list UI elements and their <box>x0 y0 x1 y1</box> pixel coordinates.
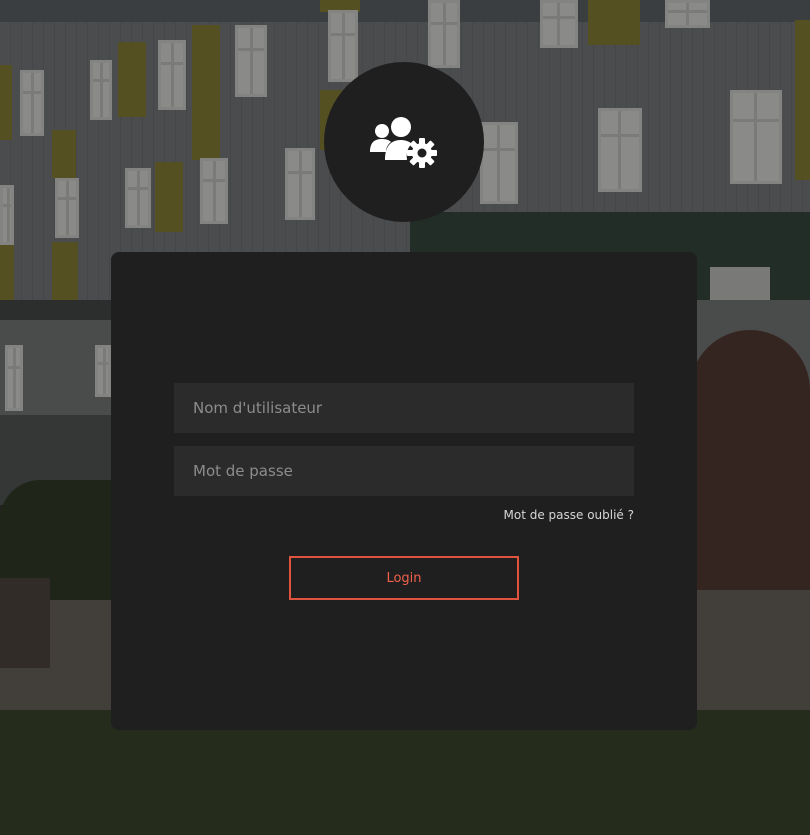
login-card: Mot de passe oublié ? Login <box>111 252 697 730</box>
username-input[interactable] <box>174 383 634 433</box>
avatar <box>324 62 484 222</box>
users-gear-icon <box>370 117 437 168</box>
password-input[interactable] <box>174 446 634 496</box>
forgot-password-link[interactable]: Mot de passe oublié ? <box>504 508 635 522</box>
login-button[interactable]: Login <box>289 556 519 600</box>
